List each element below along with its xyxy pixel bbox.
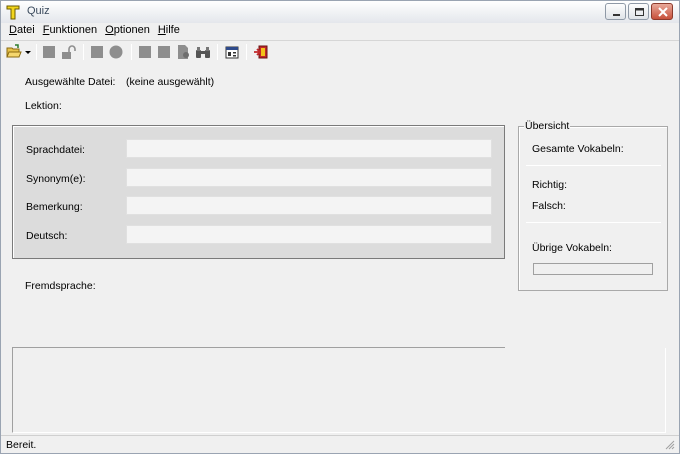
divider: [526, 222, 661, 223]
field-label-deutsch: Deutsch:: [26, 230, 68, 242]
dropdown-arrow-icon[interactable]: [24, 44, 32, 60]
status-bar: Bereit.: [1, 435, 679, 453]
synonyme-field[interactable]: [126, 168, 492, 187]
app-logo-icon: [6, 5, 20, 20]
page-icon[interactable]: [175, 44, 191, 60]
open-folder-icon[interactable]: [6, 44, 22, 60]
selected-file-label: Ausgewählte Datei:: [25, 76, 116, 88]
field-label-sprachdatei: Sprachdatei:: [26, 144, 85, 156]
maximize-icon: [635, 8, 644, 16]
minimize-button[interactable]: [605, 3, 626, 20]
correct-label: Richtig:: [532, 179, 568, 191]
selected-file-value: (keine ausgewählt): [126, 76, 215, 88]
title-bar: Quiz: [1, 1, 679, 23]
divider: [526, 165, 661, 166]
bemerkung-field[interactable]: [126, 196, 492, 215]
lesson-label: Lektion:: [25, 100, 62, 112]
total-vocab-label: Gesamte Vokabeln:: [532, 143, 624, 155]
properties-icon[interactable]: [224, 44, 240, 60]
deutsch-field[interactable]: [126, 225, 492, 244]
border-gap: [505, 346, 667, 348]
toolbar-separator: [246, 44, 247, 60]
vocabulary-panel: Sprachdatei: Synonym(e): Bemerkung: Deut…: [12, 125, 505, 259]
answer-area[interactable]: [12, 347, 666, 433]
menu-optionen[interactable]: Optionen: [101, 23, 154, 39]
wrong-label: Falsch:: [532, 200, 566, 212]
binoculars-icon[interactable]: [195, 44, 211, 60]
close-button[interactable]: [651, 3, 673, 20]
toolbar-separator: [217, 44, 218, 60]
field-label-bemerkung: Bemerkung:: [26, 201, 83, 213]
menu-datei[interactable]: Datei: [5, 23, 39, 39]
menu-hilfe[interactable]: Hilfe: [154, 23, 184, 39]
sprachdatei-field[interactable]: [126, 139, 492, 158]
exit-icon[interactable]: [253, 44, 269, 60]
foreign-language-label: Fremdsprache:: [25, 280, 96, 292]
remaining-progress-field: [533, 263, 653, 275]
menu-funktionen[interactable]: Funktionen: [39, 23, 101, 39]
window-title: Quiz: [27, 5, 50, 17]
gray-square-icon[interactable]: [137, 44, 153, 60]
resize-grip-icon[interactable]: [664, 439, 675, 450]
field-label-synonyme: Synonym(e):: [26, 173, 86, 185]
status-text: Bereit.: [6, 439, 37, 451]
toolbar: [1, 40, 679, 62]
gray-square-icon[interactable]: [89, 44, 105, 60]
gray-square-icon[interactable]: [41, 44, 57, 60]
toolbar-separator: [131, 44, 132, 60]
menu-bar: Datei Funktionen Optionen Hilfe: [1, 23, 679, 39]
toolbar-separator: [83, 44, 84, 60]
main-window: Quiz Datei Funktionen Optionen Hilfe Aus…: [0, 0, 680, 454]
toolbar-separator: [36, 44, 37, 60]
close-icon: [658, 7, 668, 17]
maximize-button[interactable]: [628, 3, 649, 20]
overview-title: Übersicht: [524, 120, 571, 132]
minimize-icon: [613, 14, 620, 16]
remaining-vocab-label: Übrige Vokabeln:: [532, 242, 612, 254]
window-controls: [603, 3, 673, 20]
gray-square-icon[interactable]: [156, 44, 172, 60]
unlock-icon[interactable]: [60, 44, 76, 60]
gray-circle-icon[interactable]: [108, 44, 124, 60]
